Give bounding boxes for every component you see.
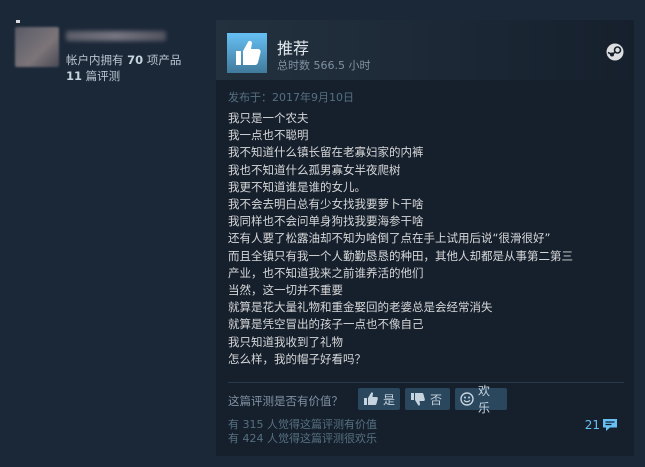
funny-stat: 有 424 人觉得这篇评测很欢乐 (228, 432, 377, 445)
steam-icon (606, 43, 624, 61)
smiley-icon (460, 392, 474, 406)
vote-yes-button[interactable]: 是 (358, 388, 400, 410)
owned-count: 70 (127, 53, 144, 67)
vote-no-button[interactable]: 否 (405, 388, 450, 410)
vote-funny-button[interactable]: 欢乐 (455, 384, 507, 415)
review-panel: 推荐 总时数 566.5 小时 发布于：2017年9月10日 我只是一个农夫 我… (216, 20, 634, 456)
thumbs-up-icon (227, 33, 267, 73)
hours-played: 总时数 566.5 小时 (277, 59, 371, 72)
helpful-stat: 有 315 人觉得这篇评测有价值 (228, 418, 377, 431)
reviews-label: 篇评测 (82, 69, 121, 83)
review-line: 就算是凭空冒出的孩子一点也不像自己 (228, 317, 424, 332)
review-line: 而且全镇只有我一个人勤勤恳恳的种田，其他人却都是从事第二第三 (228, 248, 573, 263)
comment-bubble-icon (602, 418, 618, 432)
review-line: 我一点也不聪明 (228, 128, 309, 143)
persona-name-blurred[interactable] (66, 31, 166, 41)
products-owned: 帐户内拥有 70 项产品 (66, 52, 181, 68)
avatar-status-dot (16, 20, 20, 23)
recommendation-header[interactable]: 推荐 总时数 566.5 小时 (216, 20, 634, 80)
comments-link[interactable]: 21 (585, 418, 618, 432)
recommendation-title: 推荐 (277, 39, 310, 58)
review-line: 我更不知道谁是谁的女儿。 (228, 179, 366, 194)
review-body: 我只是一个农夫 我一点也不聪明 我不知道什么镇长留在老寡妇家的内裤 我也不知道什… (228, 110, 628, 368)
vote-no-label: 否 (430, 392, 443, 407)
author-column: 帐户内拥有 70 项产品 11 篇评测 (0, 0, 216, 467)
vote-stats: 有 315 人觉得这篇评测有价值 有 424 人觉得这篇评测很欢乐 (228, 418, 377, 446)
vote-yes-label: 是 (383, 392, 396, 407)
vote-funny-label: 欢乐 (478, 384, 491, 415)
owned-label-prefix: 帐户内拥有 (66, 53, 128, 67)
reviews-count-link[interactable]: 11 篇评测 (66, 68, 120, 84)
review-line: 怎么样，我的帽子好看吗？ (228, 351, 366, 366)
review-line: 我只是一个农夫 (228, 111, 309, 125)
review-line: 我也不知道什么孤男寡女半夜爬树 (228, 162, 401, 177)
helpful-question: 这篇评测是否有价值？ (228, 394, 343, 408)
review-line: 我只知道我收到了礼物 (228, 334, 343, 349)
comment-count: 21 (584, 418, 600, 432)
review-line: 当然，这一切并不重要 (228, 283, 343, 298)
review-line: 就算是花大量礼物和重金娶回的老婆总是会经常消失 (228, 300, 493, 315)
review-line: 我不知道什么镇长留在老寡妇家的内裤 (228, 145, 424, 160)
owned-label-suffix: 项产品 (143, 53, 182, 67)
avatar[interactable] (15, 27, 59, 67)
review-line: 还有人要了松露油却不知为啥倒了点在手上试用后说“很滑很好” (228, 231, 551, 246)
thumbs-down-icon (410, 392, 426, 406)
review-line: 我同样也不会问单身狗找我要海参干啥 (228, 214, 424, 229)
review-line: 产业，也不知道我来之前谁养活的他们 (228, 265, 424, 280)
posted-date: 发布于：2017年9月10日 (228, 91, 354, 104)
reviews-count: 11 (66, 69, 83, 83)
divider (228, 382, 624, 383)
review-line: 我不会去明白总有少女找我要萝卜干啥 (228, 197, 424, 212)
review-page: 帐户内拥有 70 项产品 11 篇评测 推荐 总时数 566.5 小时 发布于：… (0, 0, 645, 467)
thumbs-up-icon (363, 392, 379, 406)
